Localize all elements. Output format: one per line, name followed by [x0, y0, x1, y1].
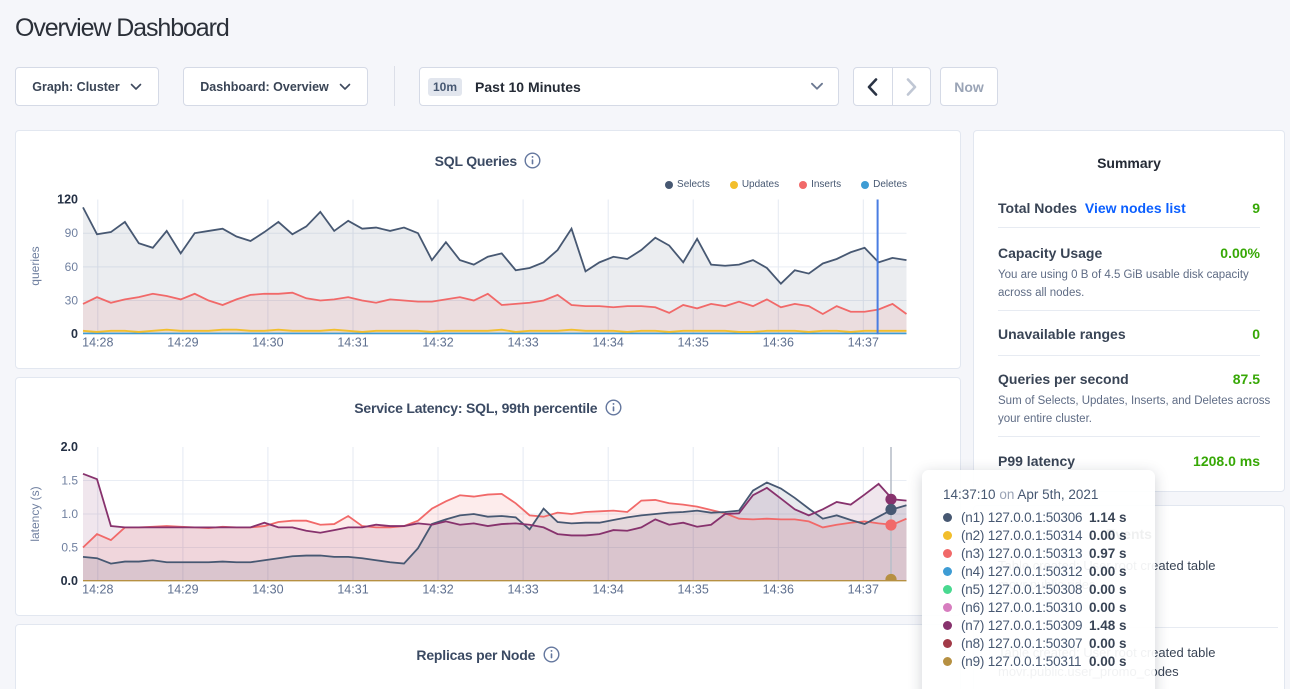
- svg-text:60: 60: [65, 260, 79, 274]
- svg-text:14:31: 14:31: [337, 336, 368, 350]
- svg-text:14:34: 14:34: [593, 336, 624, 350]
- svg-text:14:32: 14:32: [422, 583, 453, 597]
- svg-text:90: 90: [65, 226, 79, 240]
- svg-text:14:35: 14:35: [678, 583, 709, 597]
- svg-text:14:29: 14:29: [167, 336, 198, 350]
- svg-text:14:33: 14:33: [507, 583, 538, 597]
- svg-text:queries: queries: [28, 246, 42, 285]
- svg-text:14:33: 14:33: [507, 336, 538, 350]
- svg-text:30: 30: [65, 294, 79, 308]
- svg-text:14:36: 14:36: [763, 336, 794, 350]
- svg-text:14:36: 14:36: [763, 583, 794, 597]
- svg-text:0.5: 0.5: [61, 541, 78, 555]
- svg-text:14:31: 14:31: [337, 583, 368, 597]
- svg-text:14:34: 14:34: [593, 583, 624, 597]
- svg-text:2.0: 2.0: [61, 440, 78, 454]
- svg-text:1.0: 1.0: [61, 507, 78, 521]
- svg-text:14:28: 14:28: [82, 336, 113, 350]
- svg-text:14:37: 14:37: [848, 583, 879, 597]
- svg-text:14:29: 14:29: [167, 583, 198, 597]
- svg-text:1.5: 1.5: [61, 474, 78, 488]
- svg-text:0.0: 0.0: [61, 574, 78, 588]
- svg-text:14:30: 14:30: [252, 336, 283, 350]
- svg-text:14:28: 14:28: [82, 583, 113, 597]
- svg-text:14:35: 14:35: [678, 336, 709, 350]
- svg-text:14:37: 14:37: [848, 336, 879, 350]
- svg-text:latency (s): latency (s): [28, 486, 42, 541]
- svg-text:14:32: 14:32: [422, 336, 453, 350]
- svg-text:14:30: 14:30: [252, 583, 283, 597]
- svg-text:120: 120: [57, 193, 78, 207]
- svg-text:0: 0: [71, 327, 78, 341]
